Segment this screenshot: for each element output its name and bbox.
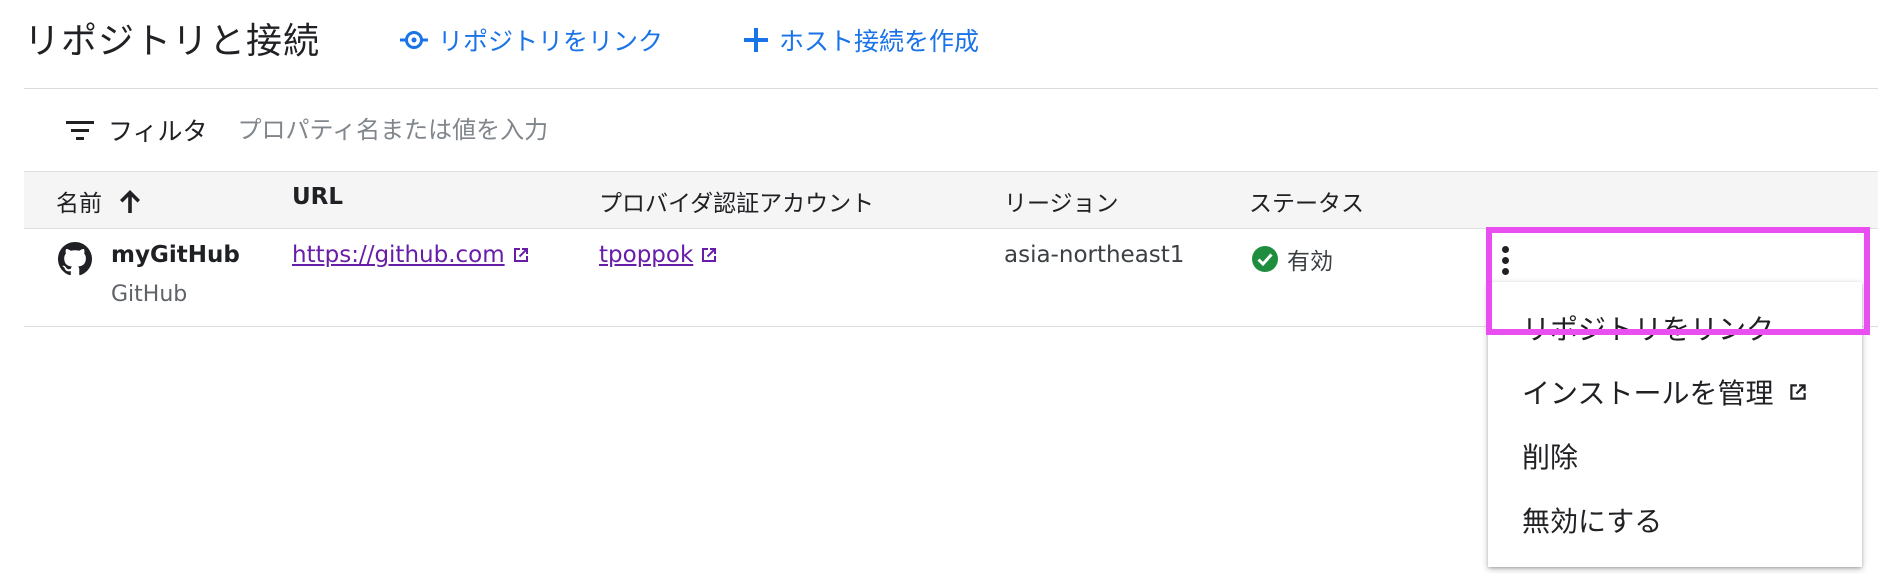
filter-input[interactable] xyxy=(235,115,840,145)
filter-icon[interactable] xyxy=(66,119,94,141)
connection-url-text: https://github.com xyxy=(292,242,505,268)
filter-label: フィルタ xyxy=(108,117,208,146)
link-repository-label: リポジトリをリンク xyxy=(438,27,664,56)
filter-bar: フィルタ xyxy=(24,100,1878,160)
connection-provider: GitHub xyxy=(111,282,188,307)
column-header-region: リージョン xyxy=(1004,191,1119,217)
connection-name: myGitHub xyxy=(111,242,240,268)
connection-region: asia-northeast1 xyxy=(1004,242,1185,268)
kebab-dot xyxy=(1501,245,1509,253)
menu-item-link-repository[interactable]: リポジトリをリンク xyxy=(1522,308,1774,348)
column-header-name-label: 名前 xyxy=(56,191,102,217)
external-link-icon xyxy=(1790,384,1807,400)
external-link-icon xyxy=(702,248,717,262)
menu-item-disable[interactable]: 無効にする xyxy=(1522,500,1662,540)
kebab-dot xyxy=(1501,267,1509,275)
row-actions-menu: リポジトリをリンク インストールを管理 削除 無効にする xyxy=(1488,282,1862,567)
column-header-account: プロバイダ認証アカウント xyxy=(599,191,875,217)
column-header-name[interactable]: 名前 xyxy=(56,184,142,218)
connection-url-link[interactable]: https://github.com xyxy=(292,242,531,268)
header-divider xyxy=(24,88,1878,89)
page-header: リポジトリと接続 リポジトリをリンク ホスト接続を作成 xyxy=(0,0,1878,88)
status-text: 有効 xyxy=(1287,249,1333,275)
connection-account-link[interactable]: tpoppok xyxy=(599,242,719,268)
menu-item-label: 削除 xyxy=(1522,441,1579,474)
link-repository-button[interactable]: リポジトリをリンク xyxy=(400,22,663,58)
arrow-up-icon xyxy=(120,190,140,213)
status-badge: 有効 xyxy=(1251,242,1333,276)
create-host-connection-button[interactable]: ホスト接続を作成 xyxy=(743,22,979,58)
check-circle-icon xyxy=(1252,246,1278,272)
connection-account-text: tpoppok xyxy=(599,242,694,268)
page-title: リポジトリと接続 xyxy=(24,21,321,62)
menu-item-label: リポジトリをリンク xyxy=(1522,313,1775,346)
menu-item-delete[interactable]: 削除 xyxy=(1522,436,1578,476)
kebab-dot xyxy=(1501,256,1509,264)
menu-item-label: インストールを管理 xyxy=(1522,377,1774,410)
menu-item-manage-installation[interactable]: インストールを管理 xyxy=(1522,372,1809,412)
plus-icon xyxy=(744,28,768,52)
table-header-row: 名前 URL プロバイダ認証アカウント リージョン ステータス xyxy=(24,171,1878,229)
external-link-icon xyxy=(513,248,528,262)
menu-item-label: 無効にする xyxy=(1522,505,1663,538)
github-icon xyxy=(58,242,92,276)
column-header-url: URL xyxy=(292,184,344,210)
column-header-status: ステータス xyxy=(1249,191,1364,217)
link-repo-icon xyxy=(400,31,428,49)
more-vert-icon[interactable] xyxy=(1490,240,1520,280)
create-host-connection-label: ホスト接続を作成 xyxy=(779,27,980,56)
